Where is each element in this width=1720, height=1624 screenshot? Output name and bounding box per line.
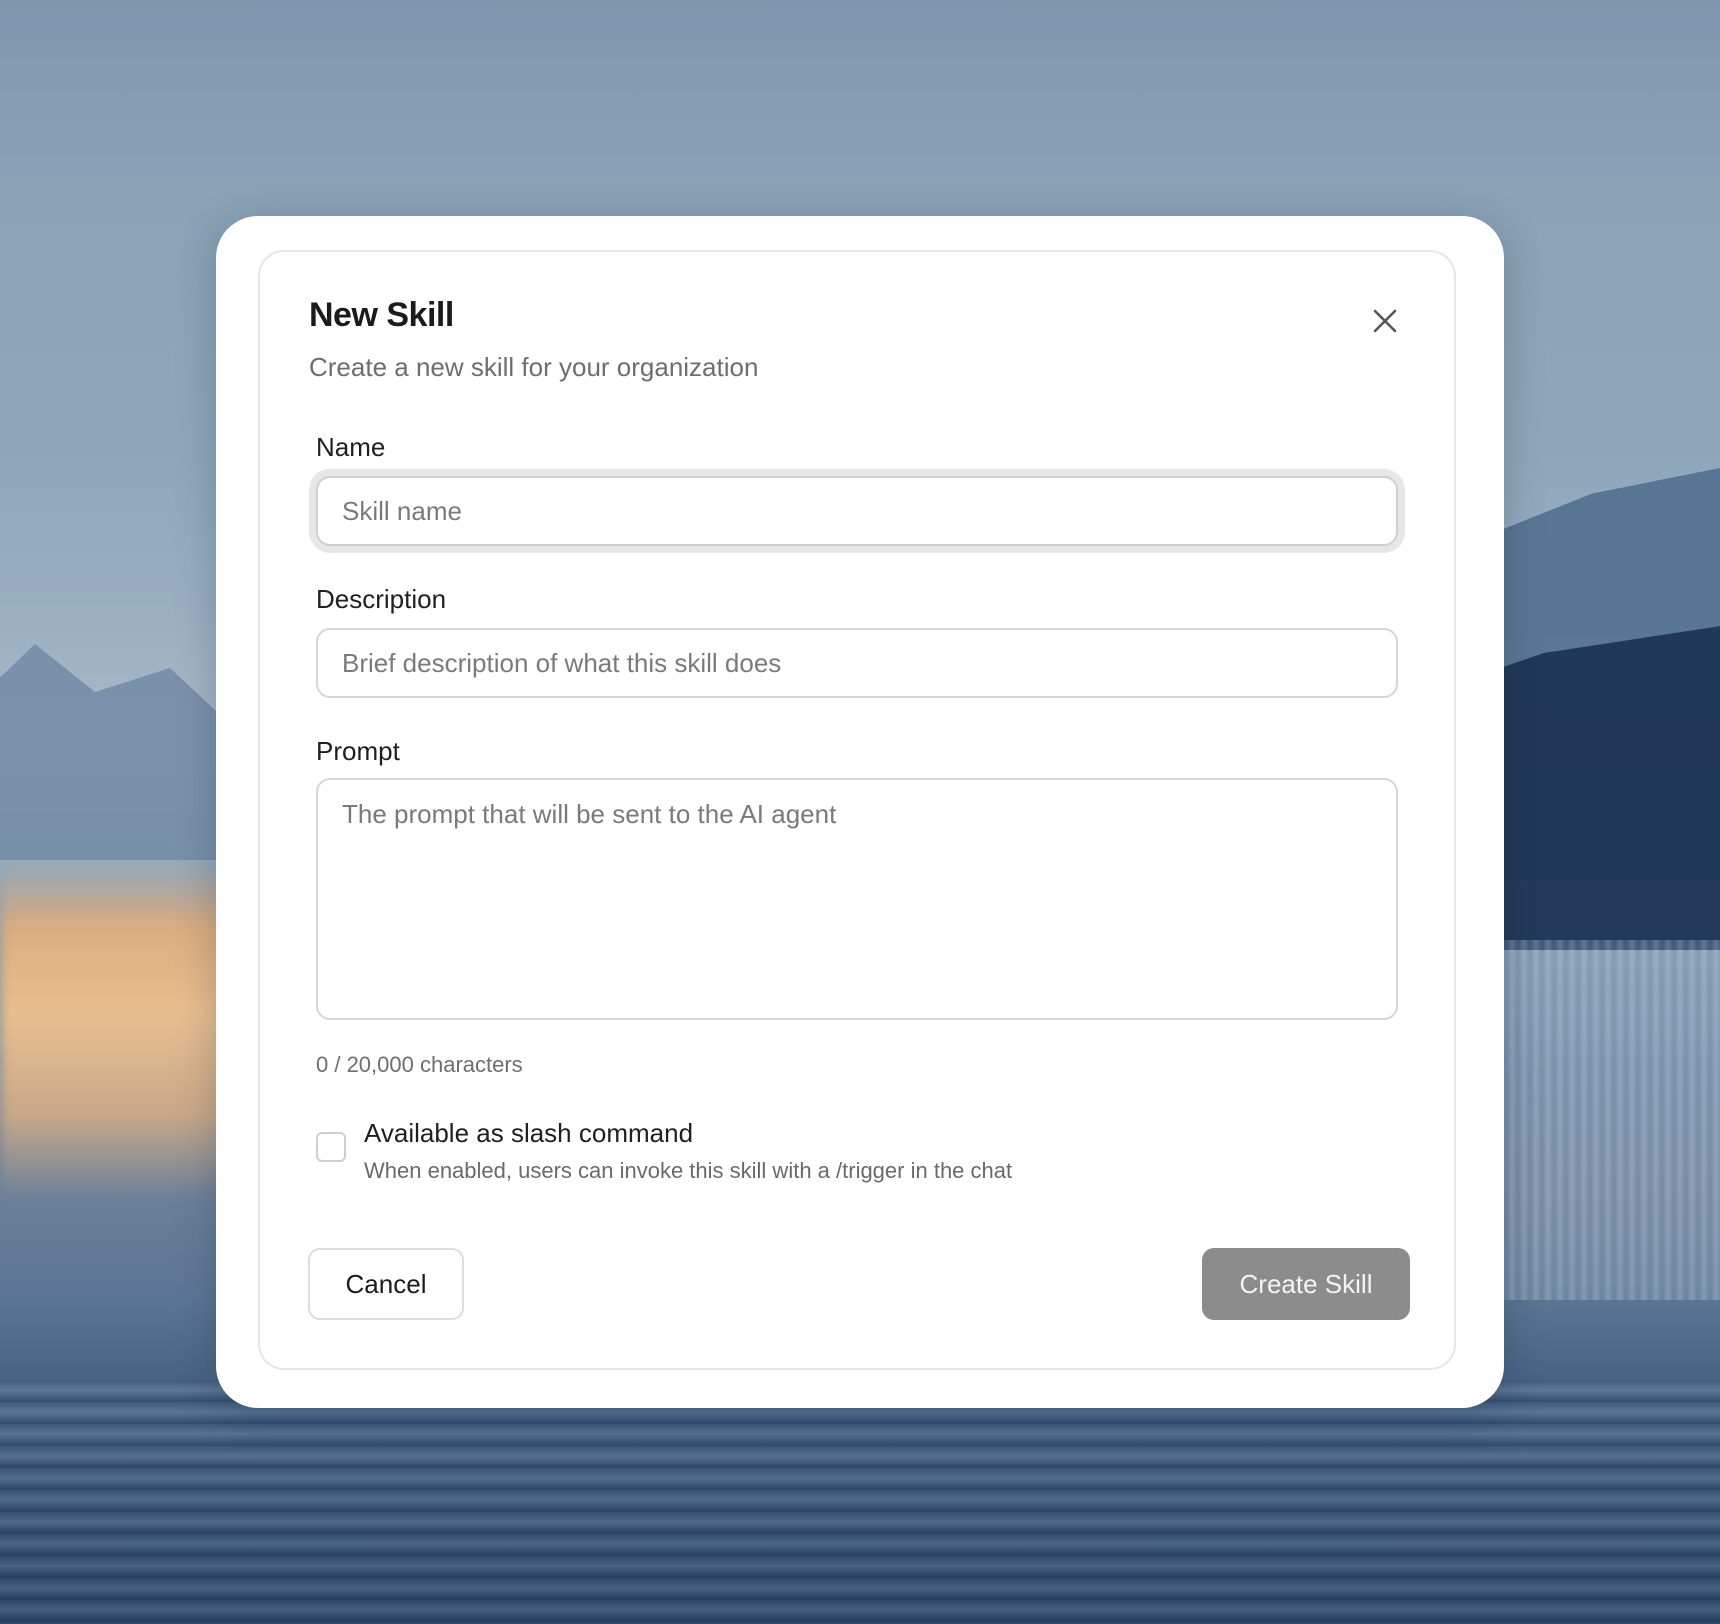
description-label: Description [316,584,447,614]
prompt-character-counter: 0 / 20,000 characters [316,1052,523,1077]
dialog-title: New Skill [309,296,454,334]
description-input[interactable] [316,628,1398,698]
name-label: Name [316,432,386,462]
cancel-button[interactable]: Cancel [308,1248,464,1320]
slash-command-checkbox[interactable] [316,1132,346,1162]
new-skill-dialog: New Skill Create a new skill for your or… [258,250,1456,1370]
slash-command-label[interactable]: Available as slash command [364,1118,693,1149]
prompt-label: Prompt [316,736,400,766]
name-input[interactable] [316,476,1398,546]
slash-command-hint: When enabled, users can invoke this skil… [364,1158,1013,1183]
create-skill-button[interactable]: Create Skill [1202,1248,1410,1320]
prompt-textarea[interactable] [316,778,1398,1020]
modal-frame: New Skill Create a new skill for your or… [216,216,1504,1408]
background-water [0,1380,1720,1624]
close-icon [1373,309,1397,333]
close-button[interactable] [1368,304,1402,338]
dialog-subtitle: Create a new skill for your organization [309,352,759,382]
